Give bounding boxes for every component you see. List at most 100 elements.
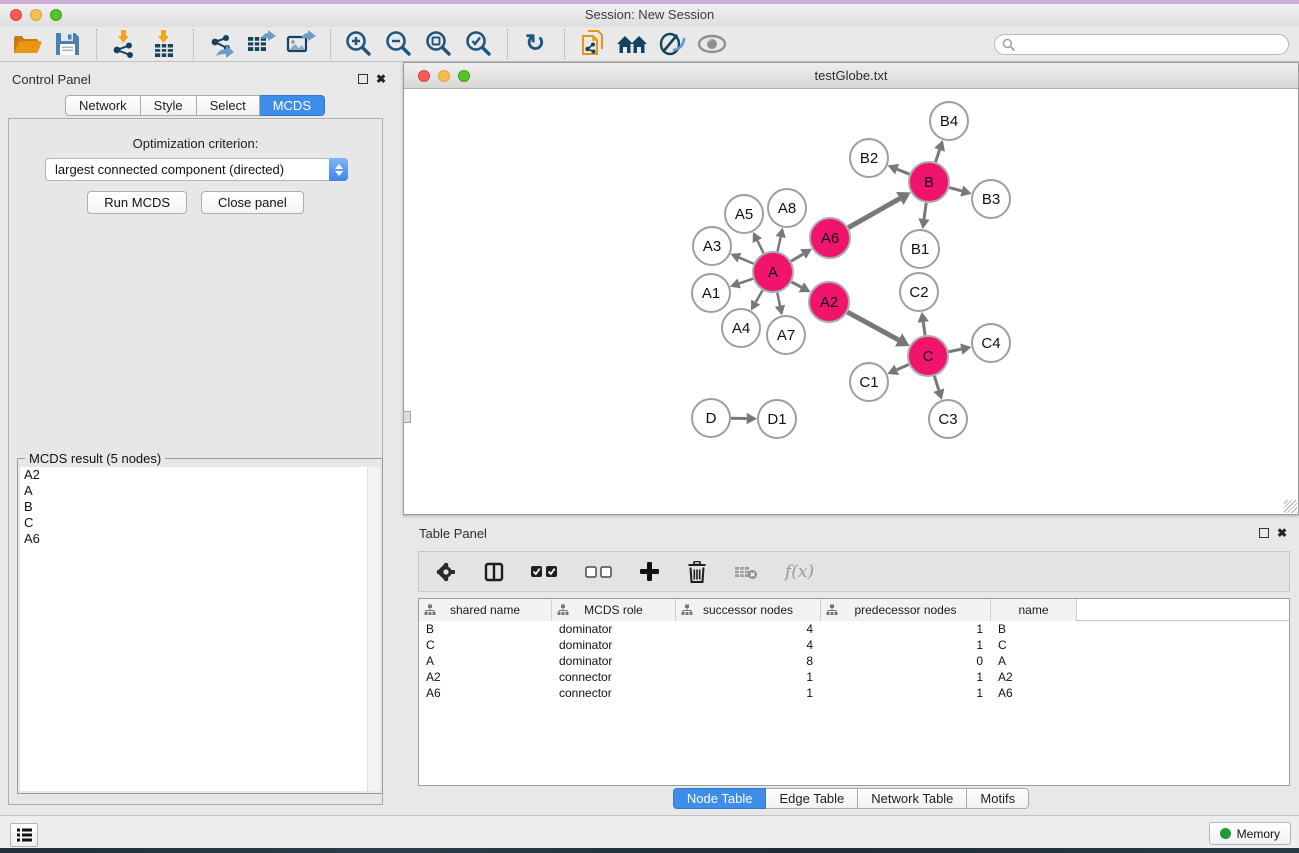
table-settings-icon[interactable] [435, 561, 457, 583]
graph-node-C[interactable]: C [908, 336, 948, 376]
graph-node-A7[interactable]: A7 [767, 316, 805, 354]
column-header-MCDS-role[interactable]: MCDS role [552, 599, 676, 621]
graph-edge-A-A2[interactable] [792, 282, 811, 292]
graph-edge-B-B3[interactable] [949, 185, 971, 196]
zoom-in-icon[interactable] [341, 29, 375, 59]
graph-edge-A-A5[interactable] [753, 232, 764, 253]
graph-edge-B-B1[interactable] [918, 203, 929, 229]
close-table-panel-icon[interactable]: ✖ [1277, 528, 1287, 538]
function-builder-icon[interactable]: f(x) [785, 562, 814, 582]
graph-node-C3[interactable]: C3 [929, 400, 967, 438]
table-cell[interactable]: C [419, 637, 552, 653]
graph-node-B2[interactable]: B2 [850, 139, 888, 177]
graph-edge-A2-C[interactable] [847, 312, 909, 346]
open-session-icon[interactable] [10, 29, 44, 59]
table-cell[interactable]: B [419, 621, 552, 637]
graph-node-A8[interactable]: A8 [768, 189, 806, 227]
table-cell[interactable]: 1 [821, 637, 991, 653]
graph-node-A6[interactable]: A6 [810, 218, 850, 258]
graph-edge-C-C2[interactable] [918, 312, 929, 335]
graph-node-C1[interactable]: C1 [850, 363, 888, 401]
graph-node-B4[interactable]: B4 [930, 102, 968, 140]
window-resize-grip[interactable] [1284, 500, 1297, 513]
table-cell[interactable]: connector [552, 669, 676, 685]
table-cell[interactable]: 1 [676, 669, 821, 685]
graph-node-B[interactable]: B [909, 162, 949, 202]
close-panel-icon[interactable]: ✖ [376, 74, 386, 84]
graph-edge-A-A8[interactable] [776, 228, 786, 252]
float-panel-icon[interactable] [358, 74, 368, 84]
graph-edge-A6-B[interactable] [848, 192, 910, 228]
network-canvas[interactable]: B4B2BB3A5A8A6A3B1AA1C2A2A4A7C4CC1C3DD1 [404, 89, 1298, 514]
mcds-result-scrollbar[interactable] [367, 467, 380, 791]
graph-edge-A-A3[interactable] [730, 253, 753, 264]
unselect-all-columns-icon[interactable] [585, 565, 612, 578]
table-cell[interactable]: dominator [552, 653, 676, 669]
export-network-icon[interactable] [204, 29, 238, 59]
mcds-result-item[interactable]: A [20, 483, 367, 499]
table-cell[interactable]: 1 [676, 685, 821, 701]
network-window-titlebar[interactable]: testGlobe.txt [404, 63, 1298, 89]
tab-edge-table[interactable]: Edge Table [766, 788, 858, 809]
zoom-out-icon[interactable] [381, 29, 415, 59]
table-cell[interactable]: 1 [821, 621, 991, 637]
table-row[interactable]: Bdominator41B [419, 621, 1289, 637]
graph-node-C4[interactable]: C4 [972, 324, 1010, 362]
home-view-icon[interactable] [615, 29, 649, 59]
tab-network[interactable]: Network [65, 95, 141, 116]
graph-node-A4[interactable]: A4 [722, 309, 760, 347]
export-image-icon[interactable] [284, 29, 318, 59]
graph-node-A[interactable]: A [753, 252, 793, 292]
graph-node-B3[interactable]: B3 [972, 180, 1010, 218]
graph-edge-C-C3[interactable] [933, 376, 944, 400]
refresh-view-icon[interactable]: ↻ [518, 29, 552, 59]
graph-edge-C-C4[interactable] [949, 344, 972, 355]
table-cell[interactable]: A6 [419, 685, 552, 701]
graph-edge-A-A6[interactable] [791, 249, 812, 261]
table-cell[interactable]: A [419, 653, 552, 669]
graph-edge-A-A1[interactable] [730, 278, 753, 288]
task-history-button[interactable] [10, 823, 38, 847]
graph-edge-D-D1[interactable] [731, 413, 757, 424]
tab-mcds[interactable]: MCDS [260, 95, 325, 116]
search-input[interactable] [994, 34, 1289, 55]
table-row[interactable]: A2connector11A2 [419, 669, 1289, 685]
criterion-select[interactable]: largest connected component (directed) [45, 158, 348, 181]
graph-node-D1[interactable]: D1 [758, 400, 796, 438]
graph-node-A1[interactable]: A1 [692, 274, 730, 312]
graph-node-A3[interactable]: A3 [693, 227, 731, 265]
delete-column-icon[interactable] [687, 561, 707, 583]
graph-edge-B-B4[interactable] [934, 140, 945, 162]
graph-node-D[interactable]: D [692, 399, 730, 437]
table-cell[interactable]: 8 [676, 653, 821, 669]
tab-motifs[interactable]: Motifs [967, 788, 1029, 809]
table-cell[interactable]: connector [552, 685, 676, 701]
add-column-icon[interactable] [639, 561, 660, 582]
table-row[interactable]: A6connector11A6 [419, 685, 1289, 701]
memory-button[interactable]: Memory [1209, 822, 1291, 845]
table-cell[interactable]: dominator [552, 637, 676, 653]
table-cell[interactable]: A [991, 653, 1077, 669]
tab-node-table[interactable]: Node Table [673, 788, 767, 809]
column-header-shared-name[interactable]: shared name [419, 599, 552, 621]
column-header-successor-nodes[interactable]: successor nodes [676, 599, 821, 621]
close-panel-button[interactable]: Close panel [201, 191, 304, 214]
column-header-name[interactable]: name [991, 599, 1077, 621]
table-cell[interactable]: 4 [676, 621, 821, 637]
graph-edge-B-B2[interactable] [888, 164, 910, 175]
tab-network-table[interactable]: Network Table [858, 788, 967, 809]
run-mcds-button[interactable]: Run MCDS [87, 191, 187, 214]
graph-node-B1[interactable]: B1 [901, 230, 939, 268]
table-row[interactable]: Cdominator41C [419, 637, 1289, 653]
graph-node-C2[interactable]: C2 [900, 273, 938, 311]
table-cell[interactable]: 4 [676, 637, 821, 653]
graph-edge-A-A4[interactable] [751, 290, 763, 310]
table-cell[interactable]: A2 [991, 669, 1077, 685]
graph-edge-A-A7[interactable] [775, 293, 785, 316]
toggle-graphics-details-icon[interactable] [655, 29, 689, 59]
window-edge-grip[interactable] [403, 411, 411, 423]
mcds-result-item[interactable]: A2 [20, 467, 367, 483]
mcds-result-item[interactable]: B [20, 499, 367, 515]
new-network-from-selection-icon[interactable] [575, 29, 609, 59]
table-row[interactable]: Adominator80A [419, 653, 1289, 669]
